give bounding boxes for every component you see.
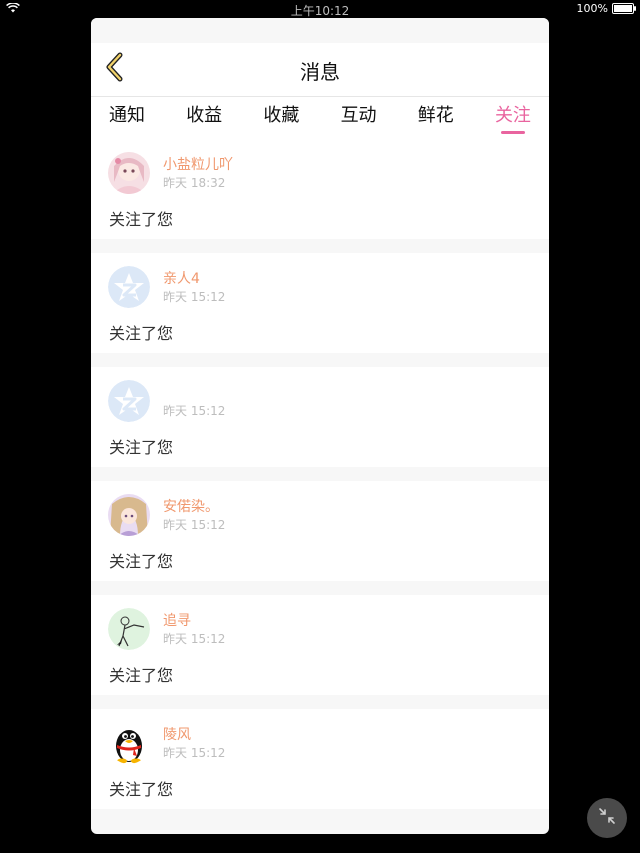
battery-indicator: 100% — [576, 2, 636, 15]
message-text: 关注了您 — [109, 780, 174, 799]
list-item[interactable]: 安偌染。 昨天 15:12 关注了您 — [91, 481, 549, 581]
message-text: 关注了您 — [109, 210, 174, 229]
timestamp: 昨天 15:12 — [163, 632, 226, 646]
message-text: 关注了您 — [109, 324, 174, 343]
status-bar: 上午10:12 100% — [0, 0, 640, 18]
battery-percentage: 100% — [576, 2, 608, 15]
list-item[interactable]: 小盐粒儿吖 昨天 18:32 关注了您 — [91, 139, 549, 239]
timestamp: 昨天 15:12 — [163, 404, 226, 418]
list-item[interactable]: 追寻 昨天 15:12 关注了您 — [91, 595, 549, 695]
tab-label: 收益 — [186, 105, 223, 126]
timestamp: 昨天 15:12 — [163, 518, 226, 532]
tab-label: 关注 — [494, 105, 531, 126]
list-item[interactable]: 昨天 15:12 关注了您 — [91, 367, 549, 467]
message-text: 关注了您 — [109, 666, 174, 685]
status-time: 上午10:12 — [290, 4, 350, 18]
nav-bar: 消息 — [91, 43, 549, 97]
message-text: 关注了您 — [109, 552, 174, 571]
tab-flowers[interactable]: 鲜花 — [418, 97, 454, 127]
tab-favorites[interactable]: 收藏 — [263, 97, 299, 127]
tab-label: 互动 — [340, 105, 377, 126]
follow-list: 小盐粒儿吖 昨天 18:32 关注了您 亲人4 昨天 15:12 关注了您 昨天… — [91, 139, 549, 809]
avatar[interactable] — [108, 722, 150, 764]
timestamp: 昨天 15:12 — [163, 290, 226, 304]
active-tab-indicator — [500, 131, 525, 134]
timestamp: 昨天 18:32 — [163, 176, 226, 190]
tab-following[interactable]: 关注 — [494, 97, 531, 134]
tab-notifications[interactable]: 通知 — [109, 97, 145, 127]
battery-icon — [612, 3, 636, 14]
avatar[interactable] — [108, 266, 150, 308]
message-text: 关注了您 — [109, 438, 174, 457]
timestamp: 昨天 15:12 — [163, 746, 226, 760]
page-title: 消息 — [300, 60, 340, 84]
tab-bar: 通知 收益 收藏 互动 鲜花 关注 — [91, 97, 549, 139]
user-name[interactable]: 陵风 — [163, 724, 191, 744]
avatar[interactable] — [108, 608, 150, 650]
user-name[interactable]: 小盐粒儿吖 — [163, 154, 233, 174]
exit-fullscreen-button[interactable] — [587, 798, 627, 838]
avatar[interactable] — [108, 152, 150, 194]
list-item[interactable]: 陵风 昨天 15:12 关注了您 — [91, 709, 549, 809]
list-item[interactable]: 亲人4 昨天 15:12 关注了您 — [91, 253, 549, 353]
avatar[interactable] — [108, 494, 150, 536]
messages-panel: 消息 通知 收益 收藏 互动 鲜花 关注 小盐粒儿吖 昨天 18:32 关注了您… — [91, 18, 549, 834]
tab-label: 收藏 — [263, 105, 300, 126]
tab-label: 鲜花 — [417, 105, 454, 126]
user-name[interactable]: 安偌染。 — [163, 496, 219, 516]
tab-earnings[interactable]: 收益 — [186, 97, 222, 127]
top-spacer — [91, 18, 549, 43]
tab-interactions[interactable]: 互动 — [341, 97, 377, 127]
user-name[interactable]: 亲人4 — [163, 268, 200, 288]
avatar[interactable] — [108, 380, 150, 422]
tab-label: 通知 — [109, 105, 145, 126]
collapse-arrows-icon — [598, 807, 616, 829]
user-name[interactable]: 追寻 — [163, 610, 191, 630]
